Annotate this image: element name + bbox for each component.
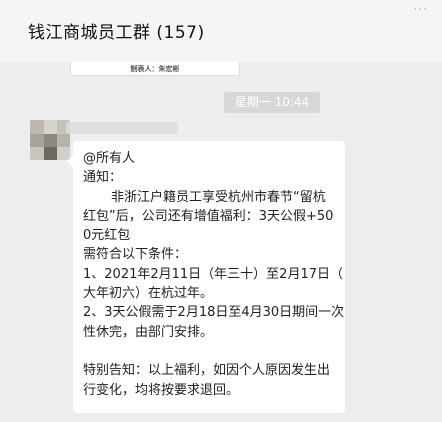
message-line: 1、2021年2月11日（年三十）至2月17日（ [83,266,343,282]
message-line: 0元红包 [83,228,131,244]
previous-card-text: 制表人：朱宏彬 [130,65,180,73]
more-dots-icon[interactable]: ··· [414,2,428,16]
sender-name-blurred [66,122,178,134]
message-line: 非浙江户籍员工享受杭州市春节“留杭 [111,189,326,205]
message-line: 行变化，均将按要求退回。 [83,382,240,398]
message-line: 需符合以下条件： [83,247,188,263]
time-divider: 星期一 10:44 [224,92,320,113]
message-line: 红包”后，公司还有增值福利：3天公假+50 [83,208,334,224]
chat-title: 钱江商城员工群 (157) [28,23,205,43]
previous-message-card[interactable]: 制表人：朱宏彬 [70,62,240,76]
message-line-blank [83,342,337,361]
avatar[interactable] [30,120,70,160]
message-line: 性休完，由部门安排。 [83,324,214,340]
chat-header: 钱江商城员工群 (157) ··· [0,0,442,62]
message-line: 特别告知：以上福利，如因个人原因发生出 [83,363,331,379]
message-line: 大年初六）在杭过年。 [83,286,214,302]
message-line: 通知： [83,170,123,186]
message-line: @所有人 [83,151,136,166]
message-bubble[interactable]: @所有人 通知： 非浙江户籍员工享受杭州市春节“留杭 红包”后，公司还有增值福利… [67,141,345,413]
message-line: 2、3天公假需于2月18日至4月30日期间一次 [83,305,345,321]
